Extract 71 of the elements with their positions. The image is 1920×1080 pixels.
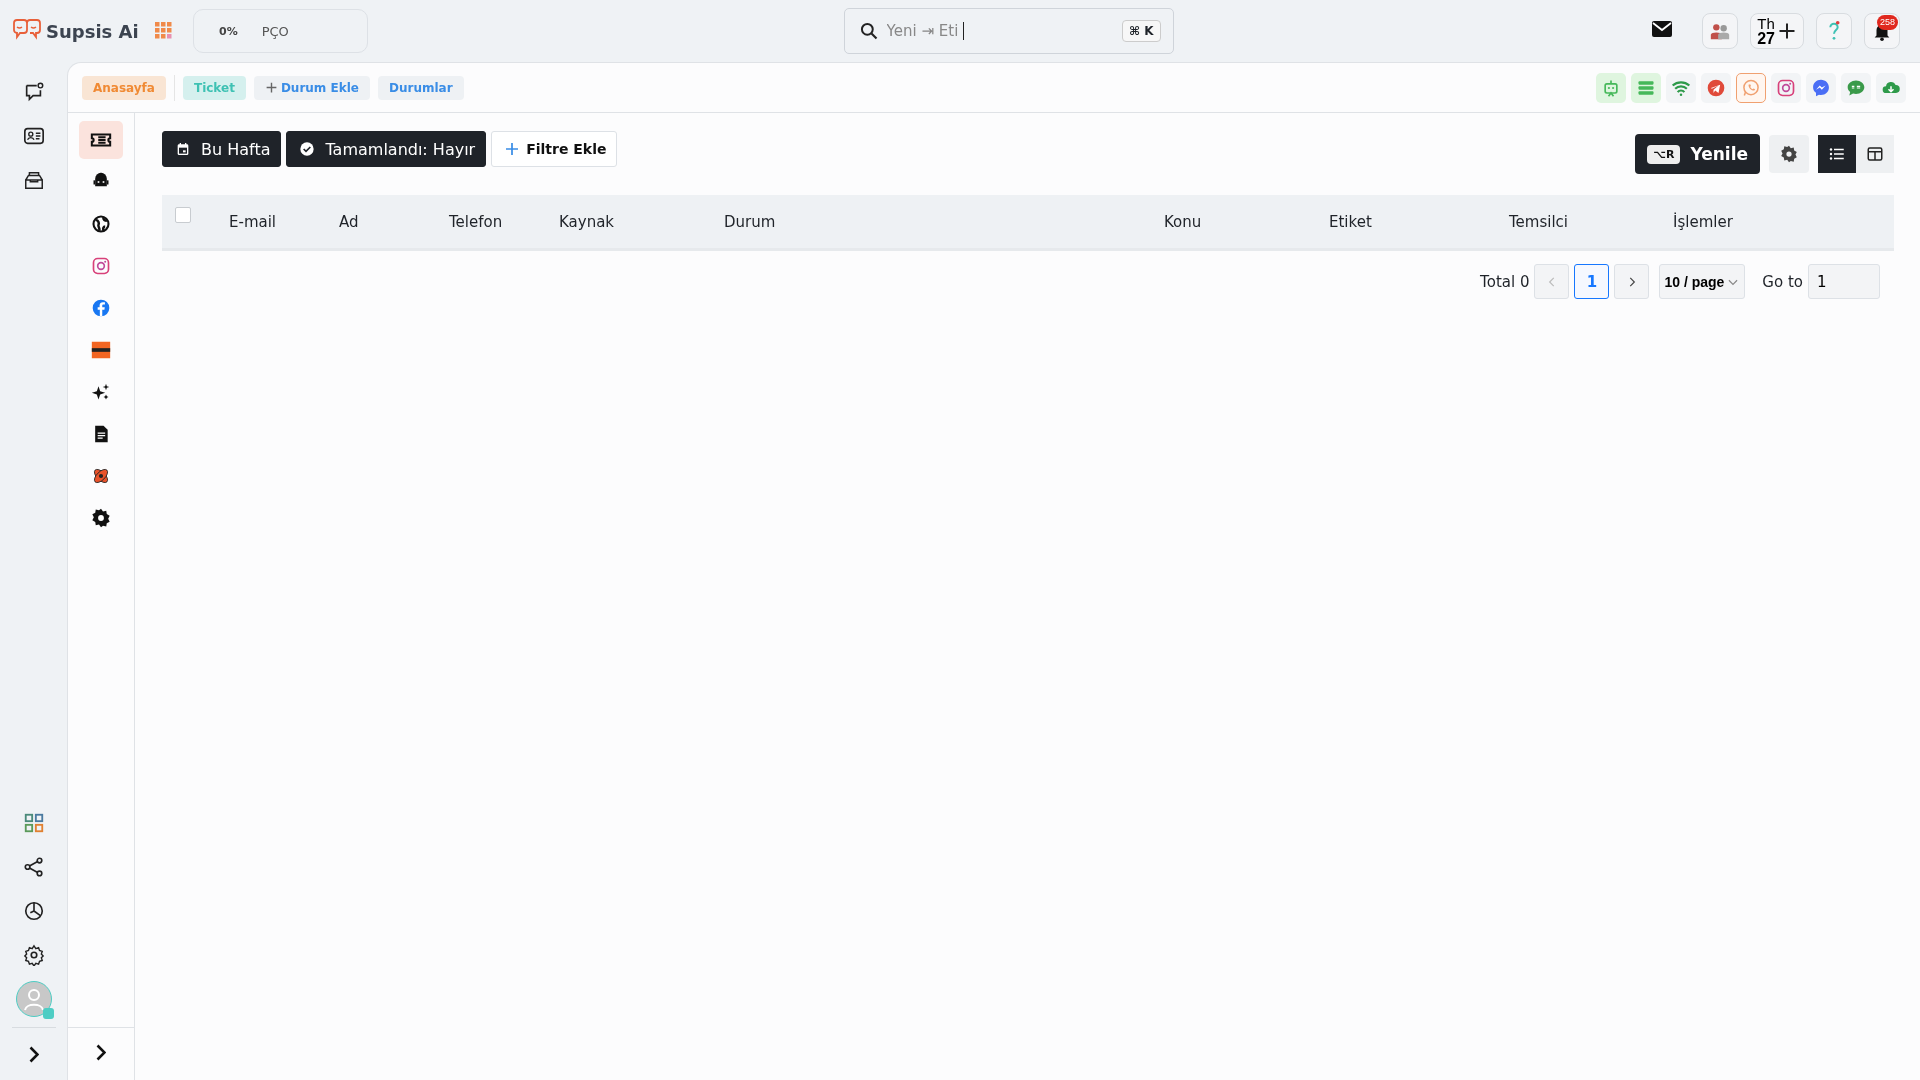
- channel-button[interactable]: [1666, 72, 1696, 103]
- settings-icon: [22, 944, 45, 966]
- progress-box[interactable]: 0% PÇO: [193, 9, 368, 53]
- flower-logo-icon: [91, 466, 111, 486]
- channel-button[interactable]: [1771, 72, 1801, 103]
- instagram-icon: [91, 256, 111, 276]
- contact-card-icon: [22, 125, 45, 147]
- notification-badge: 258: [1877, 15, 1898, 30]
- pie-chart-icon: [22, 900, 45, 922]
- gear-icon: [91, 508, 111, 528]
- sparkle-icon: [91, 382, 111, 402]
- plus-icon: [504, 141, 521, 157]
- column-header: Durum: [724, 212, 777, 231]
- column-header: Konu: [1164, 212, 1203, 231]
- plus-icon: [1777, 21, 1797, 41]
- plus-icon: [264, 81, 278, 94]
- apps-grid-icon: [154, 22, 173, 40]
- filter-button[interactable]: Filtre Ekle: [491, 131, 618, 167]
- progress-label: PÇO: [261, 23, 289, 39]
- page-size-select[interactable]: 10 / page: [1659, 264, 1746, 299]
- view-toggle[interactable]: [1856, 135, 1894, 173]
- channel-button[interactable]: [1701, 72, 1731, 103]
- filter-button[interactable]: Tamamlandı: Hayır: [286, 131, 487, 167]
- column-header: Telefon: [449, 212, 504, 231]
- page-button[interactable]: 1: [1574, 264, 1610, 299]
- globe-icon: [91, 214, 111, 234]
- calendar-button[interactable]: Th 27: [1750, 13, 1804, 49]
- inbox-tray-icon: [22, 169, 45, 191]
- sidebar-item[interactable]: [79, 121, 123, 159]
- messenger-icon: [1811, 77, 1831, 98]
- calendar-icon: [175, 141, 191, 157]
- brand-name: Supsis Ai: [46, 20, 139, 42]
- select-all-checkbox[interactable]: [175, 207, 191, 223]
- go-to-field[interactable]: 1: [1808, 264, 1880, 299]
- search-bar[interactable]: Yeni ⇥ Eti ⌘ K: [843, 8, 1174, 54]
- shortcut-key: ⌘ K: [1122, 20, 1161, 42]
- settings-button[interactable]: [1769, 135, 1809, 173]
- column-header: İşlemler: [1673, 212, 1734, 231]
- facebook-icon: [91, 298, 111, 318]
- refresh-button[interactable]: ⌥R Yenile: [1635, 134, 1760, 174]
- columns-icon: [1866, 145, 1884, 163]
- go-to-label: Go to: [1762, 272, 1803, 291]
- team-button[interactable]: [1702, 13, 1739, 49]
- calendar-date: 27: [1757, 31, 1775, 46]
- share-icon: [22, 856, 45, 878]
- shortcut-key: ⌥R: [1647, 144, 1681, 164]
- store-logo-icon: [90, 339, 112, 361]
- total-count: Total 0: [1480, 272, 1530, 291]
- telegram-icon: [1706, 77, 1726, 98]
- calendar-day: Th: [1757, 16, 1775, 31]
- chevron-right-icon: [28, 1045, 39, 1063]
- filter-button[interactable]: Bu Hafta: [162, 131, 282, 167]
- channel-button[interactable]: [1876, 72, 1906, 103]
- instagram-icon: [1776, 77, 1796, 98]
- column-header: E-mail: [229, 212, 278, 231]
- view-toggle[interactable]: [1818, 135, 1856, 173]
- settings-icon: [1780, 145, 1798, 163]
- search-icon: [858, 21, 879, 41]
- column-header: Kaynak: [559, 212, 616, 231]
- grid-icon: [22, 812, 45, 834]
- channel-button[interactable]: [1806, 72, 1836, 103]
- column-header: Temsilci: [1509, 212, 1570, 231]
- channel-button[interactable]: [1841, 72, 1871, 103]
- whatsapp-icon: [1741, 77, 1761, 98]
- chevron-right-icon: [96, 1043, 106, 1061]
- list-icon: [1828, 145, 1846, 163]
- column-header: Ad: [339, 212, 360, 231]
- progress-percent: 0%: [219, 24, 238, 38]
- check-circle-icon: [299, 141, 316, 157]
- notifications-button[interactable]: 258: [1864, 13, 1900, 49]
- column-header: Etiket: [1329, 212, 1373, 231]
